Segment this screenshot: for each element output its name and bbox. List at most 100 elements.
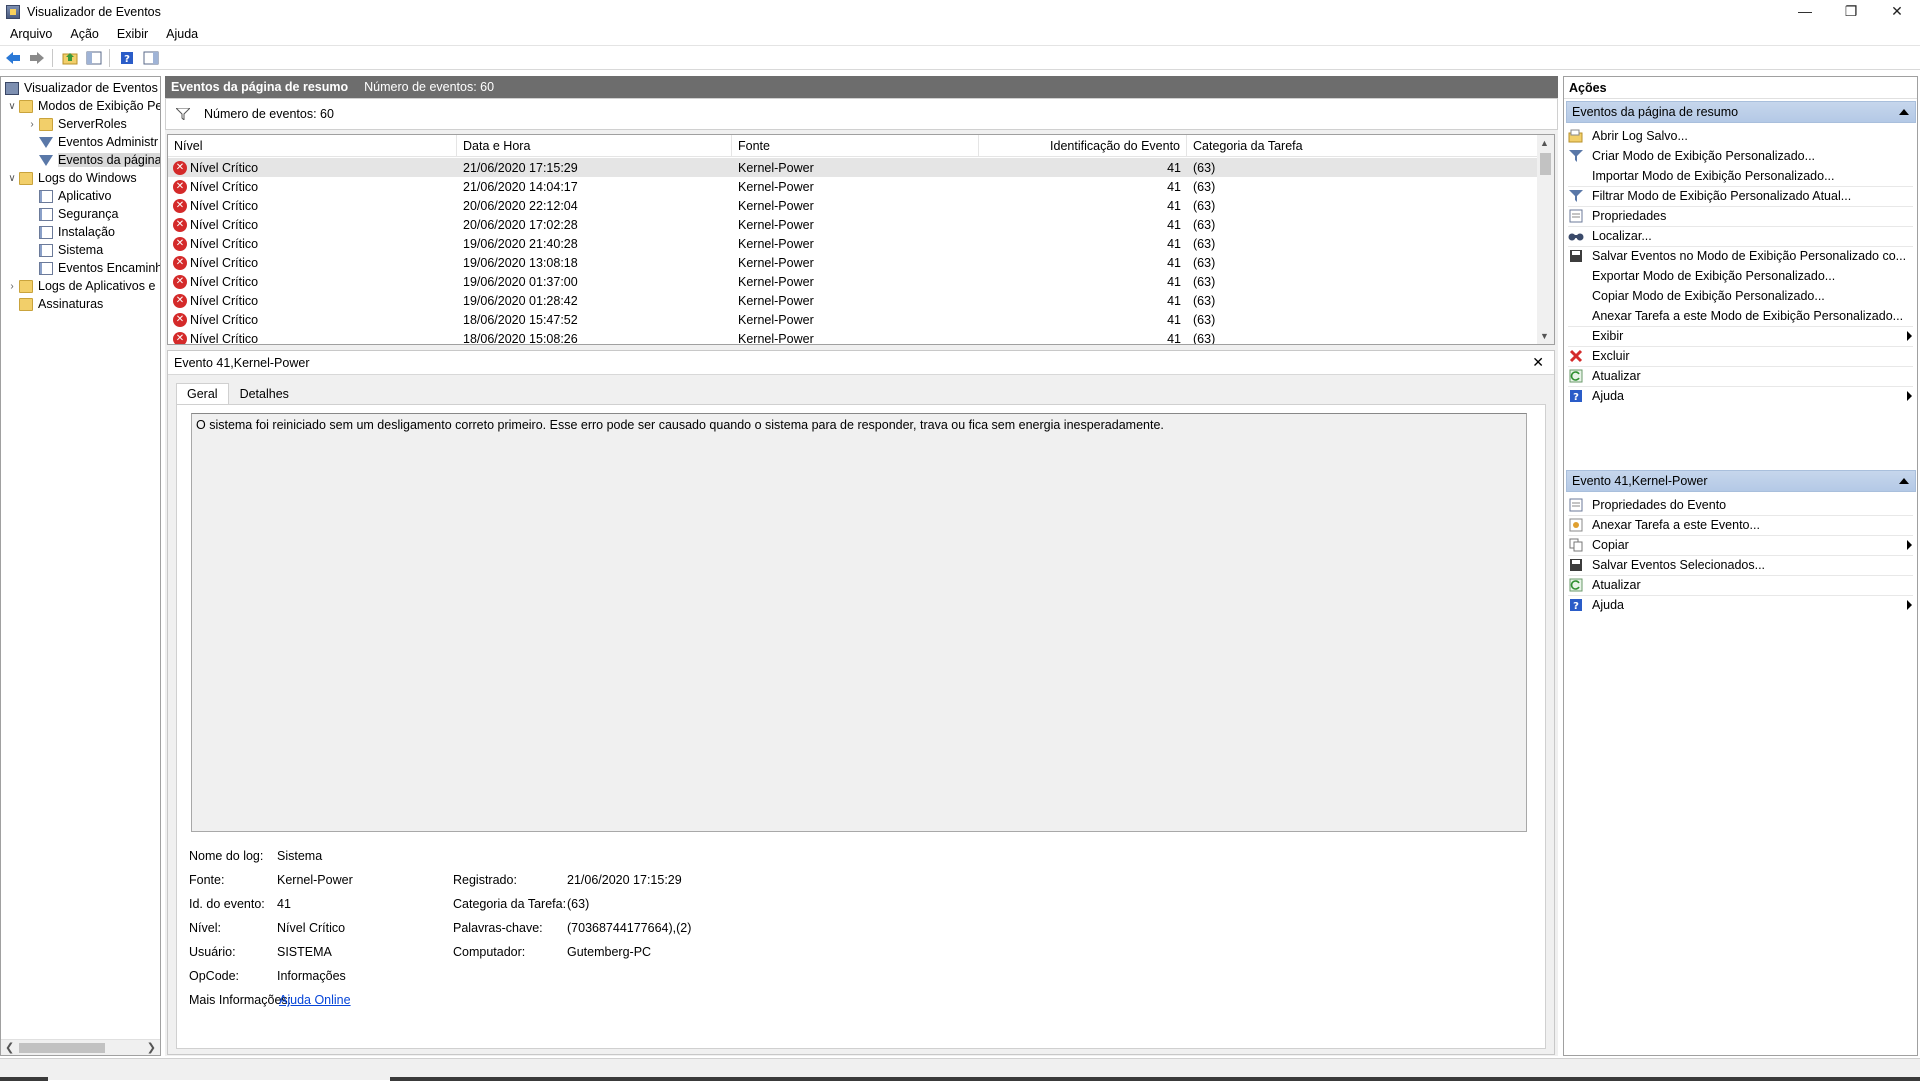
svg-text:?: ? [124,54,130,65]
menu-exibir[interactable]: Exibir [107,27,156,41]
tree-item-subscriptions[interactable]: Assinaturas [19,295,103,313]
tree-item-setup[interactable]: Instalação [39,223,115,241]
action-item[interactable]: Anexar Tarefa a este Modo de Exibição Pe… [1568,305,1916,327]
tree-item-app-services-logs[interactable]: › Logs de Aplicativos e [5,277,155,295]
action-item[interactable]: Importar Modo de Exibição Personalizado.… [1568,165,1916,187]
action-item[interactable]: Atualizar [1568,574,1916,596]
blank-icon [1568,328,1584,344]
table-row[interactable]: ✕ Nível Crítico 19/06/2020 01:37:00 Kernel-… [168,272,1538,291]
actions-section-event[interactable]: Evento 41,Kernel-Power [1566,470,1916,492]
action-item[interactable]: Propriedades [1568,205,1916,227]
tree-item-serverroles[interactable]: › ServerRoles [25,115,126,133]
action-item[interactable]: Atualizar [1568,365,1916,387]
source-label: Fonte: [189,873,225,887]
cell-text: Kernel-Power [738,312,814,327]
online-help-link[interactable]: Ajuda Online [279,993,351,1007]
column-header-source[interactable]: Fonte [732,135,979,157]
grid-vertical-scrollbar[interactable]: ▲ ▼ [1537,135,1554,344]
collapse-caret-icon[interactable] [1899,478,1909,484]
table-row[interactable]: ✕ Nível Crítico 20/06/2020 17:02:28 Kernel-… [168,215,1538,234]
tree-item-security[interactable]: Segurança [39,205,118,223]
tree-item-summary-page-events[interactable]: Eventos da página [39,151,160,169]
table-row[interactable]: ✕ Nível Crítico 19/06/2020 01:28:42 Kernel-… [168,291,1538,310]
minimize-button[interactable]: — [1782,0,1828,22]
tab-detalhes[interactable]: Detalhes [229,383,300,405]
restore-button[interactable]: ❐ [1828,0,1874,22]
action-item[interactable]: Filtrar Modo de Exibição Personalizado A… [1568,185,1916,207]
help-icon: ? [1568,388,1584,404]
chevron-down-icon[interactable]: ∨ [5,101,19,112]
filter-icon [39,136,53,148]
tab-geral[interactable]: Geral [176,383,229,405]
scrollbar-thumb[interactable] [19,1043,105,1053]
show-hide-action-pane-icon[interactable] [140,48,162,68]
tree-item-custom-views[interactable]: ∨ Modos de Exibição Pe [5,97,160,115]
menu-acao[interactable]: Ação [60,27,107,41]
cell-source: Kernel-Power [738,177,979,196]
cell-text: 41 [1167,331,1181,345]
opcode-value: Informações [277,969,346,983]
column-header-task-category[interactable]: Categoria da Tarefa [1187,135,1538,157]
tree-item-application[interactable]: Aplicativo [39,187,112,205]
column-header-datetime[interactable]: Data e Hora [457,135,732,157]
table-row[interactable]: ✕ Nível Crítico 19/06/2020 21:40:28 Kernel-… [168,234,1538,253]
action-item[interactable]: Copiar Modo de Exibição Personalizado... [1568,285,1916,307]
cell-id: 41 [979,215,1181,234]
help-icon[interactable]: ? [116,48,138,68]
scroll-left-icon[interactable]: ❮ [5,1041,14,1054]
action-item[interactable]: Excluir [1568,345,1916,367]
tree-horizontal-scrollbar[interactable]: ❮ ❯ [1,1039,160,1055]
action-item[interactable]: Localizar... [1568,225,1916,247]
tree-item-system[interactable]: Sistema [39,241,103,259]
action-item[interactable]: Abrir Log Salvo... [1568,125,1916,147]
table-row[interactable]: ✕ Nível Crítico 20/06/2020 22:12:04 Kernel-… [168,196,1538,215]
forward-icon[interactable] [26,48,48,68]
tree-item-windows-logs[interactable]: ∨ Logs do Windows [5,169,136,187]
close-button[interactable]: ✕ [1874,0,1920,22]
close-icon[interactable]: ✕ [1532,354,1544,371]
column-header-event-id[interactable]: Identificação do Evento [979,135,1187,157]
chevron-right-icon[interactable]: › [25,119,39,130]
scroll-right-icon[interactable]: ❯ [147,1041,156,1054]
table-row[interactable]: ✕ Nível Crítico 21/06/2020 17:15:29 Kernel-… [168,158,1538,177]
table-row[interactable]: ✕ Nível Crítico 18/06/2020 15:47:52 Kernel-… [168,310,1538,329]
log-name-label: Nome do log: [189,849,264,863]
tree-item-event-viewer[interactable]: Visualizador de Eventos (L [5,79,160,97]
tree-item-administrative-events[interactable]: Eventos Administr [39,133,158,151]
action-label: Filtrar Modo de Exibição Personalizado A… [1592,189,1852,203]
tree-item-forwarded-events[interactable]: Eventos Encaminh [39,259,160,277]
action-item[interactable]: Salvar Eventos Selecionados... [1568,554,1916,576]
up-folder-icon[interactable] [59,48,81,68]
action-item[interactable]: ? Ajuda [1568,594,1916,616]
log-icon [39,189,53,203]
actions-section-summary[interactable]: Eventos da página de resumo [1566,101,1916,123]
action-item[interactable]: Anexar Tarefa a este Evento... [1568,514,1916,536]
cell-text: 41 [1167,160,1181,175]
show-hide-tree-icon[interactable] [83,48,105,68]
action-item[interactable]: Copiar [1568,534,1916,556]
collapse-caret-icon[interactable] [1899,109,1909,115]
action-item[interactable]: Exportar Modo de Exibição Personalizado.… [1568,265,1916,287]
action-item[interactable]: Propriedades do Evento [1568,494,1916,516]
scroll-down-icon[interactable]: ▼ [1540,331,1549,341]
action-item[interactable]: ? Ajuda [1568,385,1916,407]
back-icon[interactable] [2,48,24,68]
column-header-level[interactable]: Nível [168,135,457,157]
cell-text: (63) [1193,160,1216,175]
cell-text: Nível Crítico [190,217,259,232]
chevron-right-icon[interactable]: › [5,281,19,292]
action-item[interactable]: Exibir [1568,325,1916,347]
table-row[interactable]: ✕ Nível Crítico 18/06/2020 15:08:26 Kernel-… [168,329,1538,345]
scroll-up-icon[interactable]: ▲ [1540,138,1549,148]
table-row[interactable]: ✕ Nível Crítico 21/06/2020 14:04:17 Kernel-… [168,177,1538,196]
cell-id: 41 [979,158,1181,177]
action-item[interactable]: Salvar Eventos no Modo de Exibição Perso… [1568,245,1916,267]
scrollbar-thumb[interactable] [1540,153,1551,175]
table-row[interactable]: ✕ Nível Crítico 19/06/2020 13:08:18 Kernel-… [168,253,1538,272]
cell-text: Kernel-Power [738,274,814,289]
chevron-down-icon[interactable]: ∨ [5,173,19,184]
more-info-label: Mais Informações: [189,993,292,1007]
action-item[interactable]: Criar Modo de Exibição Personalizado... [1568,145,1916,167]
menu-ajuda[interactable]: Ajuda [156,27,206,41]
menu-arquivo[interactable]: Arquivo [0,27,60,41]
